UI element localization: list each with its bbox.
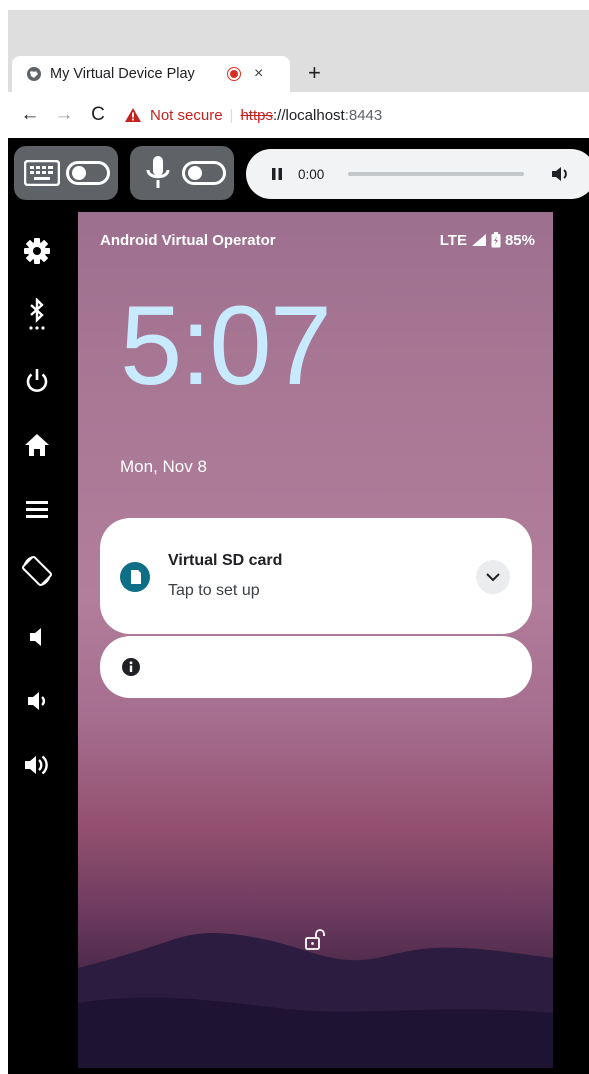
player-toolbar: 0:00 <box>8 146 589 202</box>
bluetooth-icon[interactable] <box>20 298 54 332</box>
home-icon[interactable] <box>20 428 54 462</box>
warning-icon <box>125 108 141 122</box>
back-button[interactable]: ← <box>16 104 44 126</box>
tab-strip: My Virtual Device Play × + <box>8 52 589 92</box>
url-separator: | <box>229 106 234 124</box>
keyboard-toggle-group <box>14 146 118 200</box>
url-scheme-sep: :// <box>272 106 286 124</box>
url-host: localhost <box>285 106 345 124</box>
volume-icon[interactable] <box>550 165 570 183</box>
notification-title: Virtual SD card <box>168 552 283 569</box>
microphone-toggle-group <box>130 146 234 200</box>
browser-window: My Virtual Device Play × + ← → C Not sec… <box>8 10 589 1074</box>
title-bar <box>8 10 589 52</box>
audio-player: 0:00 <box>246 149 589 199</box>
address-bar: ← → C Not secure | https :// localhost :… <box>8 92 589 138</box>
recording-icon <box>228 68 240 80</box>
signal-icon <box>471 234 486 246</box>
power-icon[interactable] <box>20 364 54 398</box>
sd-card-icon <box>120 562 150 592</box>
url-scheme: https <box>240 106 273 124</box>
battery-icon <box>491 232 501 248</box>
volume-up-icon[interactable] <box>20 748 54 782</box>
rotate-icon[interactable] <box>20 554 54 588</box>
keyboard-icon <box>24 158 60 188</box>
device-player-page: 0:00 Android Virtual Operator LTE 85% 5:… <box>8 138 589 1074</box>
lockscreen-date: Mon, Nov 8 <box>120 457 207 476</box>
menu-icon[interactable] <box>20 492 54 526</box>
new-tab-button[interactable]: + <box>308 60 321 86</box>
notification-sd-card[interactable]: Virtual SD card Tap to set up <box>100 518 532 634</box>
carrier-label: Android Virtual Operator <box>100 231 276 249</box>
audio-time: 0:00 <box>298 166 325 182</box>
info-icon <box>122 658 140 676</box>
wallpaper-mountains <box>78 933 553 1068</box>
notification-expand-button[interactable] <box>476 560 510 594</box>
status-indicators: LTE 85% <box>440 232 535 249</box>
device-status-bar: Android Virtual Operator LTE 85% <box>100 230 535 250</box>
tab-close-button[interactable]: × <box>254 65 263 83</box>
lockscreen-clock: 5:07 <box>120 283 332 408</box>
globe-icon <box>27 67 41 81</box>
url-field[interactable]: Not secure | https :// localhost :8443 <box>124 107 382 124</box>
tab-active[interactable]: My Virtual Device Play × <box>12 56 290 92</box>
tab-title: My Virtual Device Play <box>50 66 195 82</box>
security-label[interactable]: Not secure <box>150 107 223 124</box>
network-label: LTE <box>439 231 467 249</box>
forward-button[interactable]: → <box>50 104 78 126</box>
notification-subtitle: Tap to set up <box>168 582 260 599</box>
keyboard-switch[interactable] <box>66 161 110 185</box>
microphone-icon <box>140 156 176 188</box>
chevron-down-icon <box>486 573 500 582</box>
device-screen[interactable]: Android Virtual Operator LTE 85% 5:07 Mo… <box>78 212 553 1068</box>
audio-progress-slider[interactable] <box>348 172 525 176</box>
microphone-switch[interactable] <box>182 161 226 185</box>
volume-down-icon[interactable] <box>20 684 54 718</box>
battery-label: 85% <box>504 231 535 249</box>
volume-mute-icon[interactable] <box>20 620 54 654</box>
pause-icon[interactable] <box>270 167 284 181</box>
reload-button[interactable]: C <box>84 104 112 126</box>
url-port: :8443 <box>344 106 383 124</box>
gear-icon[interactable] <box>20 234 54 268</box>
notification-info[interactable] <box>100 636 532 698</box>
